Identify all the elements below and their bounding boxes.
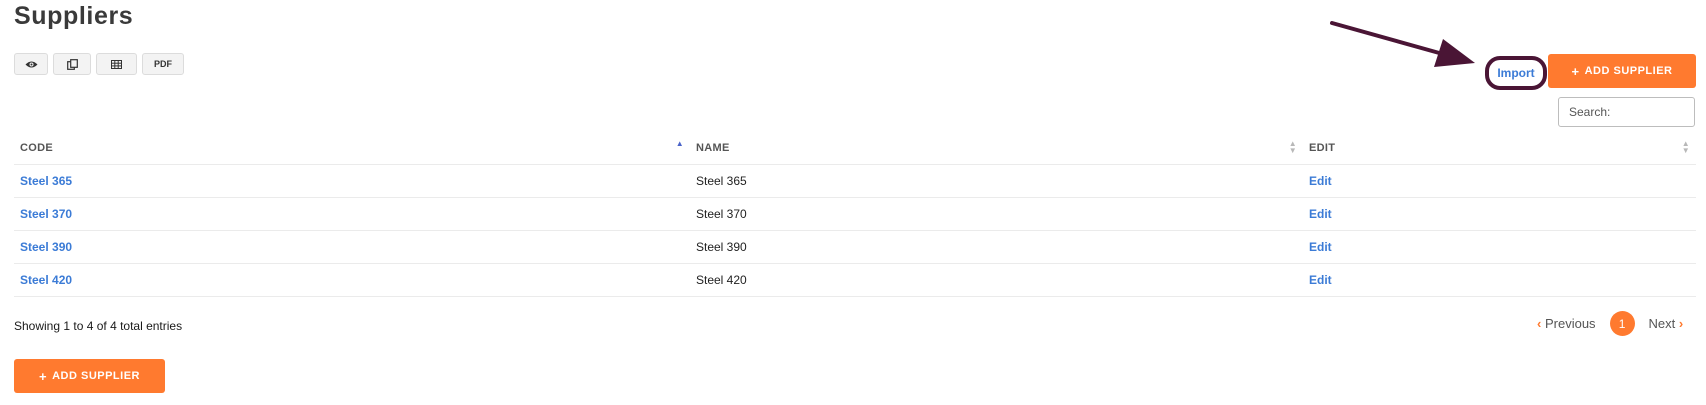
- cell-edit: Edit: [1303, 164, 1696, 198]
- previous-label: Previous: [1544, 316, 1596, 331]
- plus-icon: +: [1571, 63, 1580, 79]
- sort-icon: ▲ ▼: [1288, 139, 1297, 155]
- pagination: ‹ Previous 1 Next ›: [1537, 311, 1683, 336]
- spreadsheet-icon: [111, 59, 122, 69]
- annotation-arrow-line: [1330, 21, 1452, 58]
- copy-icon: [66, 58, 78, 70]
- chevron-left-icon: ‹: [1537, 316, 1542, 331]
- add-supplier-button[interactable]: + ADD SUPPLIER: [1548, 54, 1696, 88]
- table-row: Steel 390 Steel 390 Edit: [14, 230, 1696, 264]
- edit-link[interactable]: Edit: [1309, 174, 1332, 188]
- cell-name: Steel 420: [690, 263, 1303, 297]
- page-title: Suppliers: [14, 2, 134, 30]
- supplier-code-link[interactable]: Steel 390: [20, 240, 72, 254]
- supplier-code-link[interactable]: Steel 420: [20, 273, 72, 287]
- add-supplier-button-bottom[interactable]: + ADD SUPPLIER: [14, 359, 165, 393]
- table-row: Steel 365 Steel 365 Edit: [14, 164, 1696, 198]
- cell-name: Steel 365: [690, 164, 1303, 198]
- cell-name: Steel 390: [690, 230, 1303, 264]
- cell-code: Steel 420: [14, 263, 690, 297]
- table-row: Steel 370 Steel 370 Edit: [14, 197, 1696, 231]
- next-page-button[interactable]: Next ›: [1649, 316, 1684, 331]
- column-header-label: CODE: [20, 141, 53, 154]
- edit-link[interactable]: Edit: [1309, 207, 1332, 221]
- table-header-row: CODE ▲▼ NAME ▲▼ EDIT ▲▼: [14, 131, 1696, 165]
- cell-code: Steel 365: [14, 164, 690, 198]
- table-row: Steel 420 Steel 420 Edit: [14, 263, 1696, 297]
- pdf-export-button[interactable]: PDF: [142, 53, 184, 75]
- excel-export-button[interactable]: [96, 53, 137, 75]
- add-supplier-label: ADD SUPPLIER: [1584, 65, 1673, 77]
- sort-ascending-icon: ▲▼: [675, 139, 684, 148]
- column-header-label: EDIT: [1309, 141, 1336, 154]
- search-input[interactable]: [1558, 97, 1695, 127]
- cell-code: Steel 370: [14, 197, 690, 231]
- column-header-edit[interactable]: EDIT ▲ ▼: [1303, 131, 1696, 165]
- export-toolbar: PDF: [14, 53, 184, 75]
- cell-edit: Edit: [1303, 230, 1696, 264]
- column-visibility-button[interactable]: [14, 53, 48, 75]
- suppliers-table: CODE ▲▼ NAME ▲▼ EDIT ▲▼ Steel 365 Steel …: [14, 131, 1696, 297]
- column-header-code[interactable]: CODE ▲▼: [14, 131, 690, 165]
- column-header-name[interactable]: NAME ▲ ▼: [690, 131, 1303, 165]
- sort-icon: ▲ ▼: [1681, 139, 1690, 155]
- chevron-right-icon: ›: [1678, 316, 1684, 331]
- previous-page-button[interactable]: ‹ Previous: [1537, 316, 1596, 331]
- page-1-button[interactable]: 1: [1609, 311, 1635, 336]
- next-label: Next: [1648, 316, 1676, 331]
- supplier-code-link[interactable]: Steel 370: [20, 207, 72, 221]
- plus-icon: +: [39, 368, 48, 384]
- cell-edit: Edit: [1303, 197, 1696, 231]
- edit-link[interactable]: Edit: [1309, 240, 1332, 254]
- table-info-text: Showing 1 to 4 of 4 total entries: [14, 319, 183, 333]
- eye-icon: [25, 60, 38, 69]
- cell-name: Steel 370: [690, 197, 1303, 231]
- copy-button[interactable]: [53, 53, 91, 75]
- annotation-arrowhead: [1434, 39, 1475, 67]
- column-header-label: NAME: [696, 141, 730, 154]
- cell-code: Steel 390: [14, 230, 690, 264]
- add-supplier-label: ADD SUPPLIER: [52, 370, 140, 382]
- edit-link[interactable]: Edit: [1309, 273, 1332, 287]
- import-button[interactable]: Import: [1485, 56, 1547, 90]
- cell-edit: Edit: [1303, 263, 1696, 297]
- supplier-code-link[interactable]: Steel 365: [20, 174, 72, 188]
